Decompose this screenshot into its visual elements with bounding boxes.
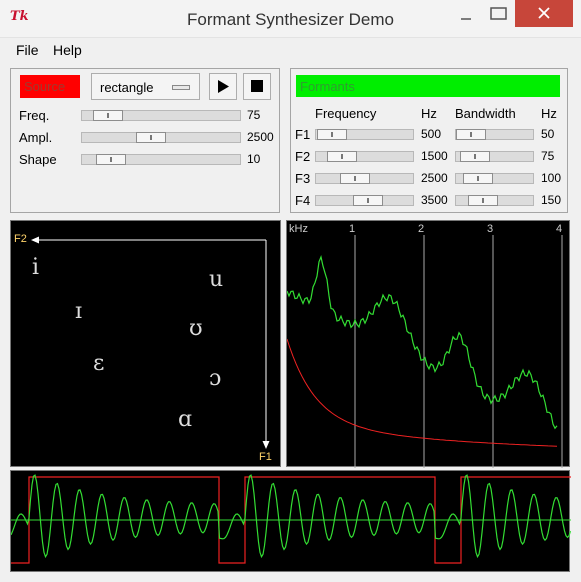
play-button[interactable] [209, 73, 237, 100]
vowel-axes [31, 236, 270, 449]
formant-bandwidth-slider[interactable] [455, 129, 534, 140]
shape-slider-thumb[interactable] [95, 154, 126, 165]
formant-frequency-value: 2500 [421, 171, 448, 185]
play-icon [218, 80, 229, 93]
formant-frequency-value: 500 [421, 127, 442, 141]
bandwidth-header: Bandwidth [455, 106, 516, 121]
waveform-canvas [10, 470, 571, 572]
spectrum-tick-label: 4 [556, 223, 562, 235]
spectrum-tick-label: 1 [349, 223, 355, 235]
f1-axis-label: F1 [259, 451, 272, 463]
vowel-small-cap-i[interactable]: ɪ [75, 299, 82, 324]
freq-slider[interactable] [81, 110, 241, 121]
formant-row-label: F1 [295, 127, 311, 142]
formant-frequency-value: 3500 [421, 193, 448, 207]
dropdown-indicator-icon [172, 85, 190, 90]
vowel-script-a[interactable]: ɑ [178, 407, 192, 432]
formant-bandwidth-value: 50 [541, 127, 555, 141]
vowel-i[interactable]: i [32, 255, 39, 280]
shape-label: Shape [19, 152, 57, 167]
freq-slider-thumb[interactable] [92, 110, 123, 121]
spectrum-plot: kHz 1 2 3 4 [287, 223, 563, 468]
source-label: Source [24, 79, 66, 94]
waveform-select-value: rectangle [100, 80, 154, 95]
spectrum-canvas: kHz 1 2 3 4 [286, 220, 570, 468]
ampl-value: 2500 [247, 130, 274, 144]
formant-frequency-slider[interactable] [315, 195, 414, 206]
vowel-chart-canvas[interactable]: F2 F1 i ɪ ɛ u ʊ ɔ ɑ [10, 220, 281, 467]
spectrum-tick-label: 2 [418, 223, 424, 235]
shape-value: 10 [247, 152, 261, 166]
close-icon [538, 7, 550, 19]
freq-value: 75 [247, 108, 261, 122]
formant-bandwidth-slider-thumb[interactable] [463, 173, 494, 184]
formant-bandwidth-value: 75 [541, 149, 555, 163]
formant-frequency-value: 1500 [421, 149, 448, 163]
formant-row-label: F3 [295, 171, 311, 186]
close-button[interactable] [515, 0, 573, 27]
formant-bandwidth-slider-thumb[interactable] [467, 195, 498, 206]
formant-frequency-slider-thumb[interactable] [326, 151, 357, 162]
stop-icon [251, 80, 263, 92]
vowel-u[interactable]: u [209, 267, 223, 292]
formants-label: Formants [300, 79, 355, 94]
menu-bar [0, 38, 581, 61]
minimize-button[interactable] [450, 0, 482, 30]
formant-row-label: F4 [295, 193, 311, 208]
spectrum-tick-label: 3 [487, 223, 493, 235]
waveform-select[interactable]: rectangle [91, 73, 200, 100]
maximize-button[interactable] [484, 0, 516, 30]
frequency-unit-header: Hz [421, 106, 437, 121]
frequency-header: Frequency [315, 106, 377, 121]
source-label-box: Source [20, 75, 80, 98]
formants-label-box: Formants [296, 75, 560, 97]
f2-axis-label: F2 [14, 233, 27, 245]
formant-bandwidth-slider-thumb[interactable] [456, 129, 486, 140]
formant-frequency-slider[interactable] [315, 129, 414, 140]
formant-frequency-slider[interactable] [315, 151, 414, 162]
formant-frequency-slider-thumb[interactable] [353, 195, 384, 206]
freq-label: Freq. [19, 108, 50, 123]
formant-bandwidth-slider[interactable] [455, 151, 534, 162]
formant-row-label: F2 [295, 149, 311, 164]
formant-bandwidth-value: 100 [541, 171, 562, 185]
minimize-icon [461, 18, 471, 20]
formant-bandwidth-value: 150 [541, 193, 562, 207]
formant-frequency-slider-thumb[interactable] [339, 173, 370, 184]
source-spectrum-line [287, 338, 558, 447]
spectrum-envelope-line [287, 255, 558, 430]
ampl-slider-thumb[interactable] [135, 132, 166, 143]
bandwidth-unit-header: Hz [541, 106, 557, 121]
menu-help[interactable]: Help [53, 42, 82, 58]
menu-file[interactable]: File [16, 42, 39, 58]
formant-bandwidth-slider-thumb[interactable] [459, 151, 490, 162]
formant-bandwidth-slider[interactable] [455, 173, 534, 184]
formant-frequency-slider[interactable] [315, 173, 414, 184]
waveform-plot [11, 474, 571, 564]
vowel-open-o[interactable]: ɔ [209, 366, 221, 391]
vowel-epsilon[interactable]: ɛ [93, 351, 104, 376]
vowel-upsilon[interactable]: ʊ [189, 316, 203, 341]
ampl-label: Ampl. [19, 130, 53, 145]
formant-frequency-slider-thumb[interactable] [316, 129, 347, 140]
output-waveform-line [11, 474, 571, 559]
stop-button[interactable] [243, 73, 271, 100]
spectrum-unit-label: kHz [289, 223, 308, 235]
formant-bandwidth-slider[interactable] [455, 195, 534, 206]
ampl-slider[interactable] [81, 132, 241, 143]
shape-slider[interactable] [81, 154, 241, 165]
maximize-icon [490, 7, 507, 20]
